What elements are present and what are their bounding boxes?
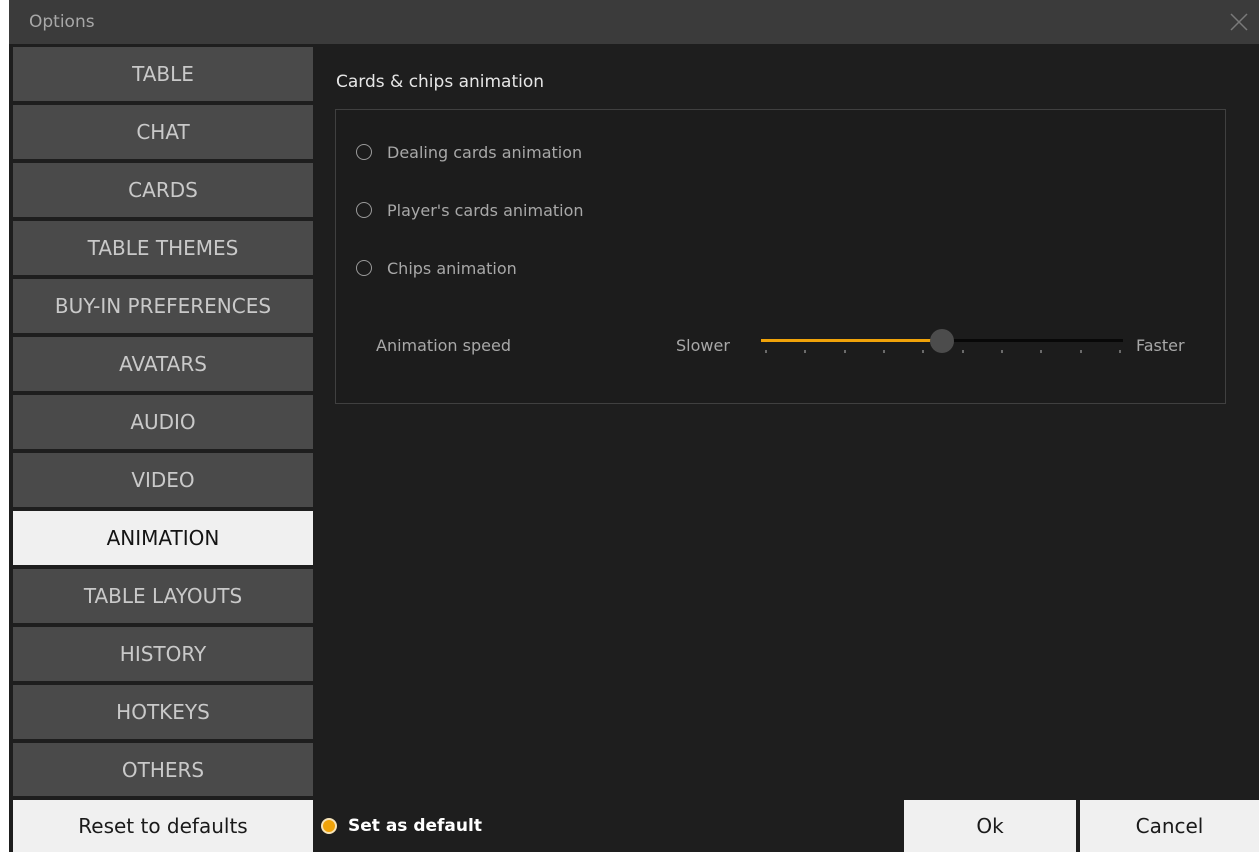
sidebar-item-avatars[interactable]: AVATARS: [13, 337, 313, 391]
reset-defaults-button[interactable]: Reset to defaults: [13, 800, 313, 852]
cancel-button[interactable]: Cancel: [1080, 800, 1259, 852]
faster-label: Faster: [1136, 336, 1185, 355]
animation-panel: Dealing cards animation Player's cards a…: [335, 109, 1226, 404]
selected-radio-icon[interactable]: [321, 818, 337, 834]
desktop-edge: [0, 0, 9, 852]
sidebar-item-cards[interactable]: CARDS: [13, 163, 313, 217]
radio-button-icon[interactable]: [356, 202, 372, 218]
sidebar-item-table-themes[interactable]: TABLE THEMES: [13, 221, 313, 275]
animation-speed-label: Animation speed: [376, 336, 511, 355]
slider-tick: [1040, 350, 1042, 353]
sidebar-item-table[interactable]: TABLE: [13, 47, 313, 101]
slider-tick: [962, 350, 964, 353]
slider-tick: [804, 350, 806, 353]
sidebar-item-video[interactable]: VIDEO: [13, 453, 313, 507]
window-title: Options: [29, 12, 95, 32]
sidebar-item-chat[interactable]: CHAT: [13, 105, 313, 159]
sidebar-item-hotkeys[interactable]: HOTKEYS: [13, 685, 313, 739]
radio-button-icon[interactable]: [356, 144, 372, 160]
slider-tick: [922, 350, 924, 353]
options-sidebar: TABLE CHAT CARDS TABLE THEMES BUY-IN PRE…: [9, 44, 315, 797]
sidebar-item-others[interactable]: OTHERS: [13, 743, 313, 797]
slider-tick: [765, 350, 767, 353]
dealing-cards-option[interactable]: Dealing cards animation: [356, 140, 582, 164]
slider-tick: [844, 350, 846, 353]
sidebar-item-history[interactable]: HISTORY: [13, 627, 313, 681]
sidebar-item-buy-in-preferences[interactable]: BUY-IN PREFERENCES: [13, 279, 313, 333]
dialog-footer: Reset to defaults Set as default Ok Canc…: [9, 796, 1259, 852]
slider-tick: [1080, 350, 1082, 353]
slider-tick: [1001, 350, 1003, 353]
close-icon[interactable]: [1225, 8, 1253, 36]
set-as-default-label: Set as default: [348, 816, 482, 836]
option-label: Player's cards animation: [387, 200, 584, 220]
options-dialog: Options TABLE CHAT CARDS TABLE THEMES BU…: [9, 0, 1259, 852]
slower-label: Slower: [676, 336, 730, 355]
animation-speed-slider[interactable]: [761, 328, 1123, 358]
sidebar-item-animation[interactable]: ANIMATION: [13, 511, 313, 565]
option-label: Dealing cards animation: [387, 142, 583, 162]
radio-button-icon[interactable]: [356, 260, 372, 276]
slider-thumb[interactable]: [930, 329, 954, 353]
section-title: Cards & chips animation: [336, 72, 545, 92]
slider-tick: [883, 350, 885, 353]
ok-button[interactable]: Ok: [904, 800, 1076, 852]
sidebar-item-audio[interactable]: AUDIO: [13, 395, 313, 449]
set-as-default-option[interactable]: Set as default: [315, 800, 482, 852]
players-cards-option[interactable]: Player's cards animation: [356, 198, 584, 222]
slider-fill: [761, 339, 942, 342]
animation-settings: Cards & chips animation Dealing cards an…: [315, 44, 1259, 796]
slider-tick: [1119, 350, 1121, 353]
sidebar-item-table-layouts[interactable]: TABLE LAYOUTS: [13, 569, 313, 623]
title-bar: Options: [9, 0, 1259, 44]
chips-animation-option[interactable]: Chips animation: [356, 256, 517, 280]
option-label: Chips animation: [387, 258, 517, 278]
